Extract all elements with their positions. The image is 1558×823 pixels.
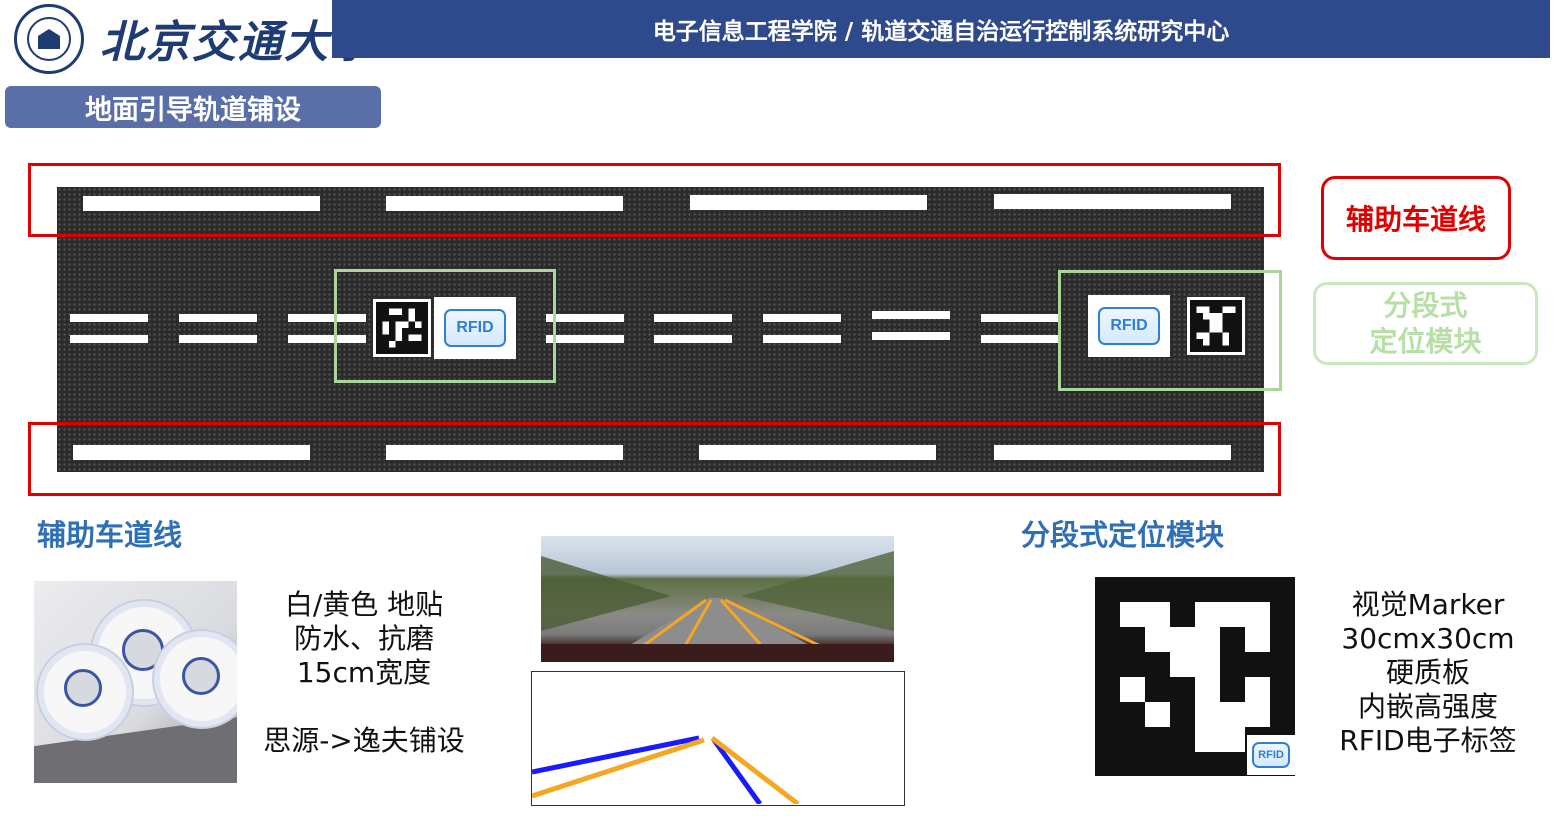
legend-lane-line: 辅助车道线 <box>1321 176 1511 260</box>
center-dash <box>981 314 1059 322</box>
bottom-lane-highlight <box>28 422 1281 496</box>
section-title: 地面引导轨道铺设 <box>85 94 301 126</box>
section-tab: 地面引导轨道铺设 <box>5 86 381 128</box>
center-dash <box>546 335 624 343</box>
module-rfid-label: RFID <box>1252 741 1290 769</box>
tape-line: 思源->逸夫铺设 <box>263 724 465 757</box>
center-dash <box>70 314 148 322</box>
legend-positioning-module: 分段式 定位模块 <box>1313 282 1538 365</box>
left-module-highlight <box>334 269 556 383</box>
tape-line: 防水、抗磨 <box>293 622 434 655</box>
center-dash <box>981 335 1059 343</box>
header-bar: 电子信息工程学院 / 轨道交通自治运行控制系统研究中心 <box>332 0 1550 58</box>
module-line: 硬质板 <box>1385 656 1470 689</box>
center-dash <box>872 311 950 319</box>
module-line: RFID电子标签 <box>1339 724 1517 757</box>
lane-detection-plot <box>531 671 905 806</box>
tape-heading: 辅助车道线 <box>37 518 183 552</box>
center-dash <box>872 332 950 340</box>
tape-line <box>252 690 476 724</box>
center-dash <box>654 314 732 322</box>
center-dash <box>179 335 257 343</box>
center-dash <box>70 335 148 343</box>
module-line: 30cmx30cm <box>1341 622 1515 655</box>
rfid-tag-icon: RFID <box>1247 735 1295 775</box>
vision-marker-board-icon: RFID <box>1095 577 1295 776</box>
tape-line: 15cm宽度 <box>296 656 432 689</box>
legend-module-line2: 定位模块 <box>1369 324 1482 358</box>
top-lane-highlight <box>28 163 1281 237</box>
header-title: 电子信息工程学院 / 轨道交通自治运行控制系统研究中心 <box>652 19 1230 45</box>
module-description: 视觉Marker 30cmx30cm 硬质板 内嵌高强度 RFID电子标签 <box>1318 588 1538 758</box>
center-dash <box>654 335 732 343</box>
tape-rolls-photo <box>34 581 237 783</box>
center-dash <box>763 314 841 322</box>
camera-view-photo <box>541 536 894 662</box>
right-module-highlight <box>1058 270 1282 391</box>
center-dash <box>179 314 257 322</box>
center-dash <box>546 314 624 322</box>
university-logo: 北京交通大學 <box>8 0 374 74</box>
module-line: 视觉Marker <box>1351 588 1505 621</box>
module-line: 内嵌高强度 <box>1357 690 1498 723</box>
center-dash <box>763 335 841 343</box>
module-heading: 分段式定位模块 <box>1021 518 1225 552</box>
university-seal-icon <box>14 4 84 74</box>
tape-description: 白/黄色 地贴 防水、抗磨 15cm宽度 思源->逸夫铺设 <box>252 588 476 758</box>
legend-module-line1: 分段式 <box>1383 288 1468 322</box>
tape-line: 白/黄色 地贴 <box>284 588 444 621</box>
